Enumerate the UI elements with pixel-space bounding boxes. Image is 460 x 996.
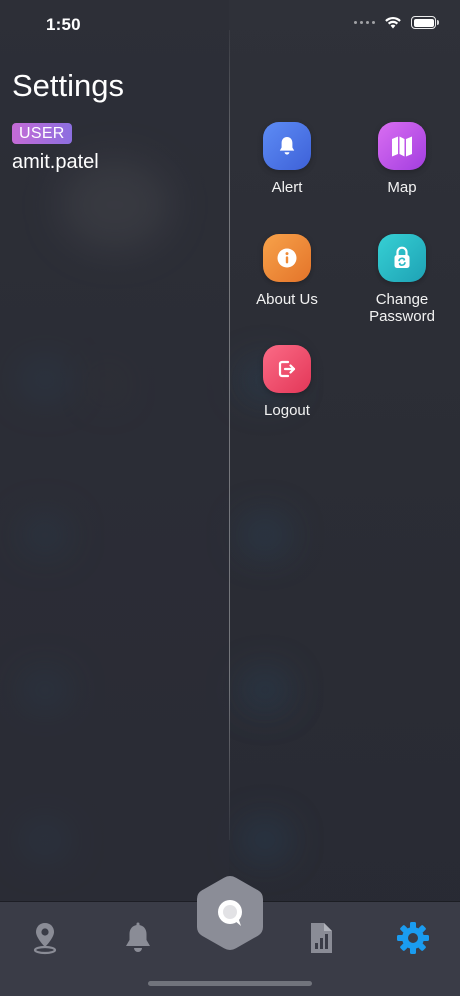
background-blur xyxy=(240,515,290,555)
tab-settings[interactable] xyxy=(393,918,433,958)
page-title: Settings xyxy=(12,68,125,103)
status-time: 1:50 xyxy=(46,15,81,34)
menu-item-label: Map xyxy=(387,179,417,196)
wifi-icon xyxy=(385,16,401,29)
background-blur xyxy=(240,670,290,710)
info-icon xyxy=(263,234,311,282)
tab-alerts[interactable] xyxy=(118,918,158,958)
status-icons xyxy=(354,16,439,29)
map-icon xyxy=(378,122,426,170)
gear-icon xyxy=(397,922,429,954)
menu-item-label: Alert xyxy=(271,179,303,196)
menu-item-label: Change Password xyxy=(369,291,435,325)
menu-item-about-us[interactable]: About Us xyxy=(232,234,342,308)
location-pin-icon xyxy=(33,923,57,955)
tab-location[interactable] xyxy=(25,918,65,958)
bell-icon xyxy=(263,122,311,170)
menu-item-map[interactable]: Map xyxy=(347,122,457,196)
menu-item-logout[interactable]: Logout xyxy=(232,345,342,419)
role-badge: USER xyxy=(12,123,72,144)
tab-chat[interactable] xyxy=(195,874,265,952)
menu-item-label: Logout xyxy=(264,402,310,419)
logout-icon xyxy=(263,345,311,393)
menu-item-change-password[interactable]: Change Password xyxy=(347,234,457,325)
bell-icon xyxy=(126,922,150,952)
report-chart-icon xyxy=(311,923,332,953)
menu-item-label: About Us xyxy=(256,291,318,308)
background-blur xyxy=(240,820,290,860)
tab-reports[interactable] xyxy=(301,918,341,958)
battery-icon xyxy=(411,16,439,29)
signal-icon xyxy=(354,21,375,24)
lock-refresh-icon xyxy=(378,234,426,282)
menu-item-alert[interactable]: Alert xyxy=(232,122,342,196)
chat-hexagon-icon xyxy=(197,876,263,951)
panel-divider xyxy=(229,30,230,840)
settings-screen: 1:50 Settings USER amit.patel Alert Map … xyxy=(0,0,460,996)
home-indicator xyxy=(148,981,312,986)
username: amit.patel xyxy=(12,151,99,173)
